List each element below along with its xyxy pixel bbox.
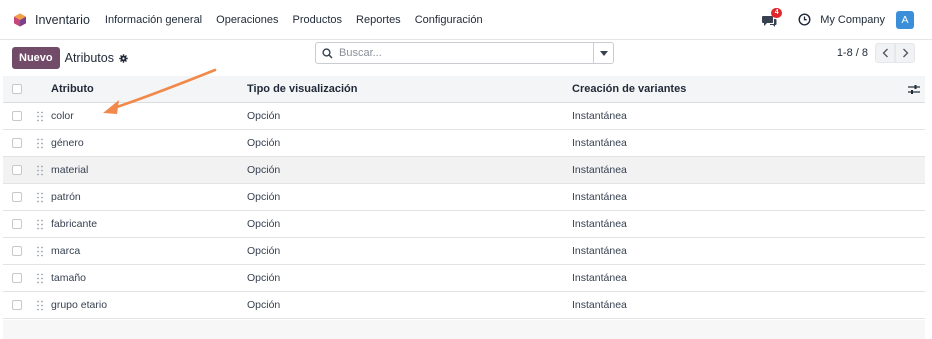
cell-atributo: patrón — [51, 191, 81, 203]
app-name[interactable]: Inventario — [35, 13, 90, 27]
row-checkbox[interactable] — [12, 273, 22, 283]
chat-badge: 4 — [771, 7, 783, 18]
chevron-left-icon — [882, 48, 888, 58]
cell-tipo: Opción — [247, 272, 281, 284]
select-all-checkbox[interactable] — [12, 84, 22, 94]
menu-reportes[interactable]: Reportes — [356, 14, 401, 26]
menu-productos[interactable]: Productos — [293, 14, 343, 26]
cell-atributo: fabricante — [51, 218, 98, 230]
cell-creacion: Instantánea — [572, 137, 627, 149]
search-options-toggle[interactable] — [593, 43, 613, 63]
pager-previous-button[interactable] — [875, 43, 895, 63]
top-navbar: Inventario Información general Operacion… — [0, 0, 932, 40]
search-box[interactable] — [315, 42, 614, 64]
caret-down-icon — [599, 50, 608, 56]
search-input[interactable] — [339, 47, 589, 59]
cell-creacion: Instantánea — [572, 218, 627, 230]
cell-tipo: Opción — [247, 245, 281, 257]
table-row[interactable]: material Opción Instantánea — [3, 157, 925, 184]
drag-handle-icon[interactable] — [37, 273, 43, 284]
cell-tipo: Opción — [247, 137, 281, 149]
table-row[interactable]: patrón Opción Instantánea — [3, 184, 925, 211]
clock-icon[interactable] — [798, 13, 811, 26]
cell-atributo: material — [51, 164, 89, 176]
table-row[interactable]: género Opción Instantánea — [3, 130, 925, 157]
cell-tipo: Opción — [247, 191, 281, 203]
drag-handle-icon[interactable] — [37, 138, 43, 149]
cell-creacion: Instantánea — [572, 272, 627, 284]
drag-handle-icon[interactable] — [37, 300, 43, 311]
new-button[interactable]: Nuevo — [12, 47, 60, 69]
drag-handle-icon[interactable] — [37, 246, 43, 257]
control-panel: Nuevo Atributos 1-8 / 8 — [0, 40, 932, 76]
cell-tipo: Opción — [247, 164, 281, 176]
optional-columns-icon[interactable] — [908, 84, 920, 95]
cell-creacion: Instantánea — [572, 299, 627, 311]
cell-tipo: Opción — [247, 299, 281, 311]
cell-creacion: Instantánea — [572, 191, 627, 203]
cell-tipo: Opción — [247, 110, 281, 122]
table-header: Atributo Tipo de visualización Creación … — [3, 76, 925, 103]
search-icon — [322, 47, 333, 59]
drag-handle-icon[interactable] — [37, 111, 43, 122]
table-row[interactable]: fabricante Opción Instantánea — [3, 211, 925, 238]
row-checkbox[interactable] — [12, 192, 22, 202]
table-row[interactable]: color Opción Instantánea — [3, 103, 925, 130]
row-checkbox[interactable] — [12, 219, 22, 229]
row-checkbox[interactable] — [12, 111, 22, 121]
inventory-app-icon[interactable] — [13, 13, 27, 27]
table-footer-area — [3, 320, 925, 339]
table-row[interactable]: tamaño Opción Instantánea — [3, 265, 925, 292]
gear-icon[interactable] — [119, 53, 128, 63]
row-checkbox[interactable] — [12, 138, 22, 148]
cell-atributo: color — [51, 110, 74, 122]
column-header-atributo[interactable]: Atributo — [51, 83, 94, 95]
menu-informacion-general[interactable]: Información general — [105, 14, 202, 26]
row-checkbox[interactable] — [12, 165, 22, 175]
pager-next-button[interactable] — [895, 43, 915, 63]
cell-atributo: marca — [51, 245, 81, 257]
chevron-right-icon — [902, 48, 908, 58]
drag-handle-icon[interactable] — [37, 219, 43, 230]
column-header-creacion-variantes[interactable]: Creación de variantes — [572, 83, 686, 95]
menu-configuracion[interactable]: Configuración — [415, 14, 483, 26]
table-row[interactable]: grupo etario Opción Instantánea — [3, 292, 925, 319]
menu-operaciones[interactable]: Operaciones — [216, 14, 278, 26]
cell-tipo: Opción — [247, 218, 281, 230]
cell-creacion: Instantánea — [572, 245, 627, 257]
row-checkbox[interactable] — [12, 246, 22, 256]
cell-creacion: Instantánea — [572, 164, 627, 176]
table-row[interactable]: marca Opción Instantánea — [3, 238, 925, 265]
page-title: Atributos — [64, 51, 114, 65]
row-checkbox[interactable] — [12, 300, 22, 310]
user-avatar[interactable]: A — [896, 10, 914, 29]
column-header-tipo-visualizacion[interactable]: Tipo de visualización — [247, 83, 357, 95]
pager-value[interactable]: 1-8 / 8 — [837, 47, 868, 59]
cell-atributo: tamaño — [51, 272, 87, 284]
drag-handle-icon[interactable] — [37, 165, 43, 176]
attributes-table: Atributo Tipo de visualización Creación … — [3, 76, 925, 319]
cell-atributo: género — [51, 137, 84, 149]
company-switcher[interactable]: My Company — [820, 14, 885, 26]
cell-creacion: Instantánea — [572, 110, 627, 122]
cell-atributo: grupo etario — [51, 299, 108, 311]
chat-button[interactable]: 4 — [762, 7, 784, 28]
drag-handle-icon[interactable] — [37, 192, 43, 203]
